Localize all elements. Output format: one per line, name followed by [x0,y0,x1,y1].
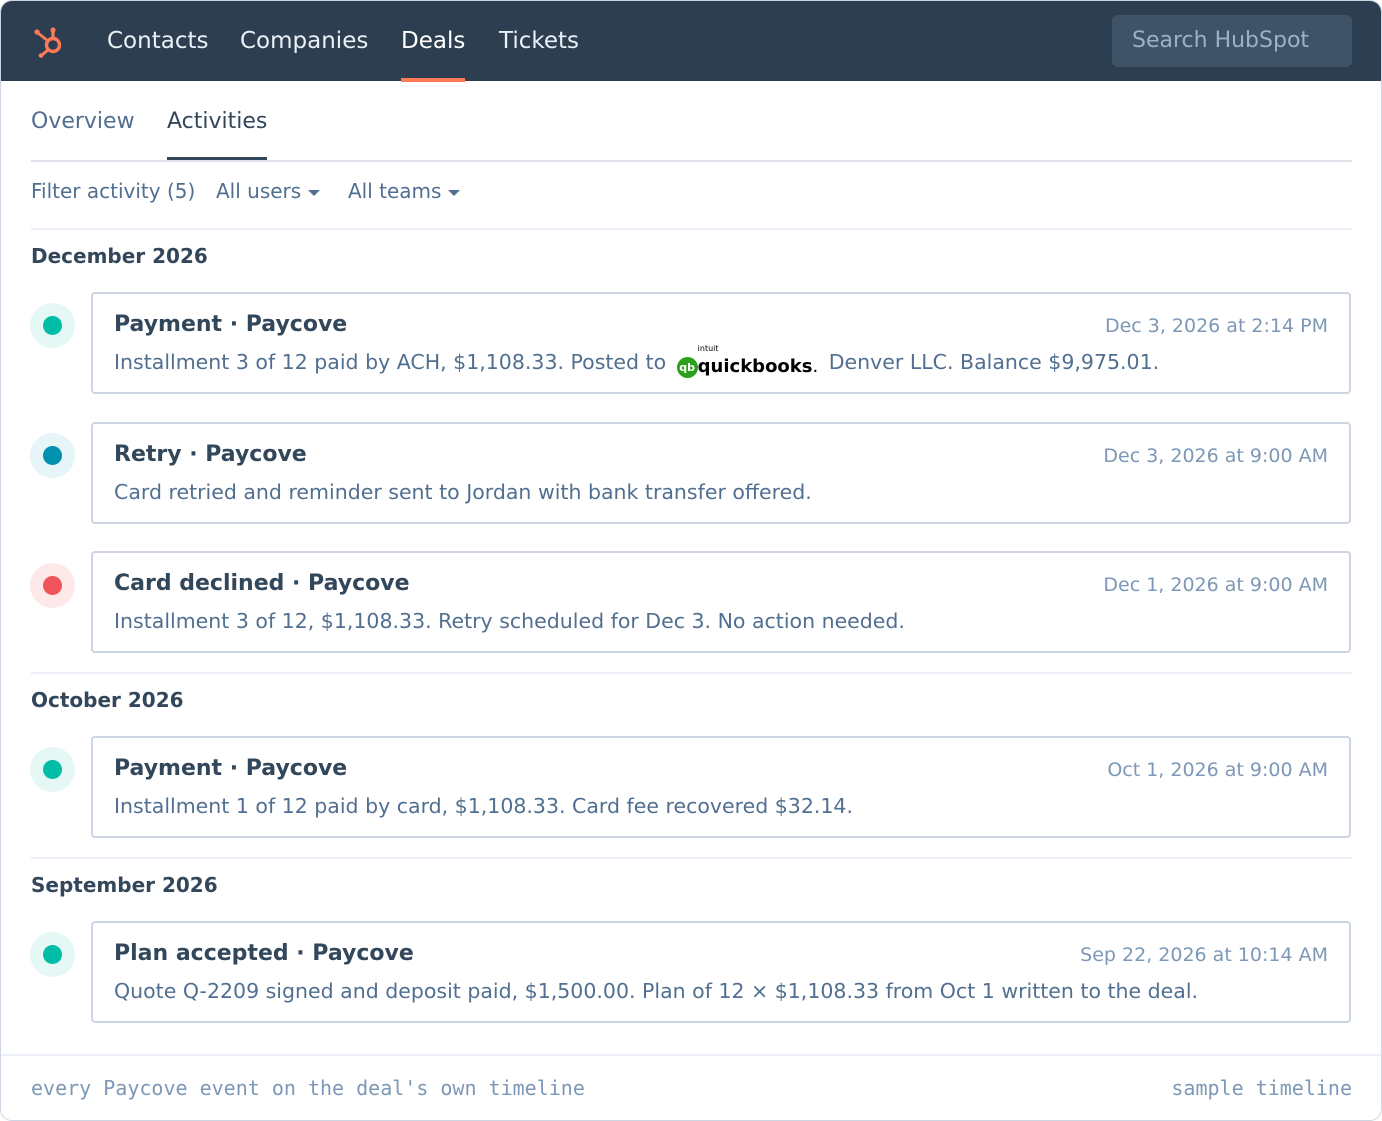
status-dot-error-icon [43,576,62,595]
activity-timestamp: Oct 1, 2026 at 9:00 AM [1107,759,1328,781]
footer-tag: sample timeline [1171,1076,1352,1100]
tabs-divider [31,160,1352,162]
nav-tickets-label: Tickets [499,28,580,54]
timeline-marker [30,433,75,478]
activity-card[interactable]: Plan accepted · Paycove Sep 22, 2026 at … [91,921,1351,1023]
filter-users-label: All users [216,179,302,203]
footer: every Paycove event on the deal's own ti… [1,1056,1381,1120]
month-heading: December 2026 [31,244,208,268]
filter-activity-label: Filter activity (5) [31,179,196,203]
nav-active-indicator [401,78,466,82]
nav-tickets[interactable]: Tickets [499,1,579,81]
month-heading: September 2026 [31,873,218,897]
nav-companies-label: Companies [240,28,369,54]
app-window: Contacts Companies Deals Tickets Overvie… [0,0,1382,1121]
quickbooks-logo-dot: . [812,356,819,377]
activity-body-text: Installment 3 of 12 paid by ACH, $1,108.… [114,350,667,374]
filters-divider [31,228,1352,230]
activity-title: Payment · Paycove [114,312,348,337]
activity-card[interactable]: Payment · Paycove Oct 1, 2026 at 9:00 AM… [91,736,1351,838]
activity-body-text: Denver LLC. Balance $9,975.01. [828,350,1160,374]
activity-timestamp: Dec 3, 2026 at 2:14 PM [1104,315,1328,337]
activity-body: Installment 3 of 12, $1,108.33. Retry sc… [114,609,905,633]
top-nav: Contacts Companies Deals Tickets [1,1,1381,82]
nav-contacts-label: Contacts [107,28,209,54]
hubspot-sprocket-icon[interactable] [32,25,66,59]
filter-teams-label: All teams [348,179,442,203]
activity-title: Retry · Paycove [114,442,307,467]
quickbooks-wordmark: quickbooks [697,356,813,377]
filter-users-dropdown[interactable]: All users [216,179,321,203]
timeline-marker [30,303,75,348]
tab-overview-label: Overview [31,109,135,134]
filter-teams-dropdown[interactable]: All teams [348,179,461,203]
activity-card[interactable]: Card declined · Paycove Dec 1, 2026 at 9… [91,551,1351,653]
footer-caption: every Paycove event on the deal's own ti… [31,1076,585,1100]
caret-down-icon [308,189,321,196]
activity-timestamp: Dec 1, 2026 at 9:00 AM [1103,574,1328,596]
quickbooks-logo: qb intuit quickbooks. [676,344,819,378]
nav-deals-label: Deals [401,28,466,54]
activity-title: Plan accepted · Paycove [114,941,414,966]
tab-activities[interactable]: Activities [167,109,268,160]
tab-activities-label: Activities [167,109,268,134]
status-dot-success-icon [43,945,62,964]
status-dot-info-icon [43,446,62,465]
timeline-marker [30,932,75,977]
search-input[interactable] [1112,15,1352,67]
status-dot-success-icon [43,316,62,335]
intuit-wordmark: intuit [697,344,719,353]
activity-card[interactable]: Payment · Paycove Dec 3, 2026 at 2:14 PM… [91,292,1351,394]
timeline-marker [30,747,75,792]
month-heading: October 2026 [31,688,184,712]
activity-body: Card retried and reminder sent to Jordan… [114,480,812,504]
filter-activity-button[interactable]: Filter activity (5) [31,179,195,203]
caret-down-icon [448,189,461,196]
activity-timestamp: Dec 3, 2026 at 9:00 AM [1103,445,1328,467]
activity-card[interactable]: Retry · Paycove Dec 3, 2026 at 9:00 AM C… [91,422,1351,524]
nav-companies[interactable]: Companies [240,1,368,81]
quickbooks-qb-icon: qb [676,357,698,378]
nav-contacts[interactable]: Contacts [107,1,208,81]
activity-title: Payment · Paycove [114,756,348,781]
month-divider [31,672,1352,674]
nav-deals[interactable]: Deals [401,1,466,82]
activity-body: Quote Q-2209 signed and deposit paid, $1… [114,979,1199,1003]
activity-body: Installment 3 of 12 paid by ACH, $1,108.… [114,344,1160,378]
activity-body: Installment 1 of 12 paid by card, $1,108… [114,794,853,818]
tab-overview[interactable]: Overview [31,109,135,134]
timeline-marker [30,563,75,608]
activity-timestamp: Sep 22, 2026 at 10:14 AM [1080,944,1328,966]
status-dot-success-icon [43,760,62,779]
activity-title: Card declined · Paycove [114,571,410,596]
month-divider [31,857,1352,859]
